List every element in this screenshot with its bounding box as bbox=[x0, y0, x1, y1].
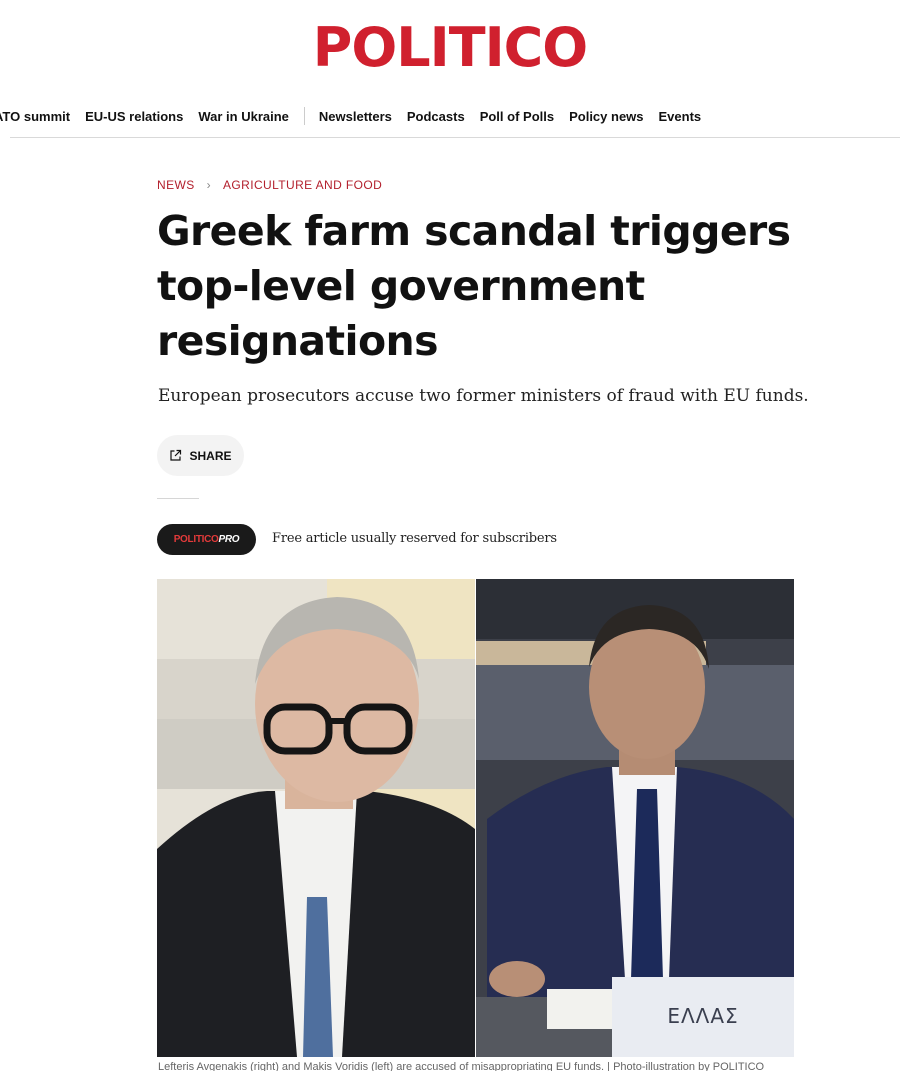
nav-item-war-in-ukraine[interactable]: War in Ukraine bbox=[198, 109, 289, 124]
nav-item-podcasts[interactable]: Podcasts bbox=[407, 109, 465, 124]
nav-item-events[interactable]: Events bbox=[659, 109, 702, 124]
nav-divider-line bbox=[10, 137, 900, 138]
nav-item-poll-of-polls[interactable]: Poll of Polls bbox=[480, 109, 554, 124]
breadcrumb-news[interactable]: NEWS bbox=[157, 178, 195, 192]
article-photo: ΕΛΛΑΣ bbox=[157, 579, 794, 1057]
pro-badge-politico: POLITICO bbox=[173, 534, 219, 545]
article-headline: Greek farm scandal triggers top-level go… bbox=[157, 207, 791, 365]
breadcrumb-agriculture-and-food[interactable]: AGRICULTURE AND FOOD bbox=[223, 178, 382, 192]
subscriber-note: Free article usually reserved for subscr… bbox=[272, 531, 557, 546]
politico-pro-badge[interactable]: POLITICO PRO bbox=[157, 524, 256, 555]
nameplate-label: ΕΛΛΑΣ bbox=[667, 1004, 739, 1028]
nav-item-policy-news[interactable]: Policy news bbox=[569, 109, 643, 124]
nav-item-nato-summit[interactable]: ATO summit bbox=[0, 109, 70, 124]
top-nav: ATO summit EU-US relations War in Ukrain… bbox=[0, 104, 900, 128]
section-divider bbox=[157, 498, 199, 499]
pro-badge-pro: PRO bbox=[218, 534, 240, 545]
article-dek: European prosecutors accuse two former m… bbox=[158, 386, 809, 406]
nav-item-newsletters[interactable]: Newsletters bbox=[319, 109, 392, 124]
breadcrumb: NEWS › AGRICULTURE AND FOOD bbox=[157, 178, 382, 192]
nav-divider bbox=[303, 107, 305, 125]
chevron-right-icon: › bbox=[206, 178, 212, 192]
share-button[interactable]: SHARE bbox=[157, 435, 244, 476]
politico-logo[interactable]: POLITICO bbox=[0, 18, 900, 78]
share-label: SHARE bbox=[189, 448, 232, 463]
nav-item-eu-us-relations[interactable]: EU-US relations bbox=[85, 109, 183, 124]
share-icon bbox=[169, 449, 182, 462]
photo-caption: Lefteris Avgenakis (right) and Makis Vor… bbox=[158, 1061, 765, 1071]
